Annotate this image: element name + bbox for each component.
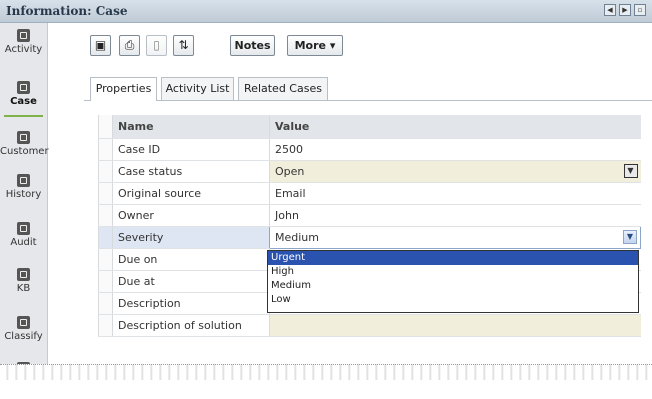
severity-select[interactable]: Medium ▼: [269, 225, 641, 249]
sidebar-item-label: Audit: [10, 237, 37, 248]
sidebar-item-case[interactable]: Case: [0, 78, 47, 118]
table-row: Case ID 2500: [98, 138, 641, 161]
severity-dropdown-list: Urgent High Medium Low: [267, 250, 639, 313]
sidebar-item-label: Classify: [4, 331, 43, 342]
customer-icon: [17, 131, 30, 144]
sidebar: Activity Case Customer History Audit KB …: [0, 23, 49, 379]
table-row: Severity Medium ▼: [98, 225, 641, 249]
classify-icon: [17, 316, 30, 329]
row-gutter: [98, 160, 113, 183]
property-name: Case ID: [112, 138, 270, 161]
row-gutter: [98, 138, 113, 161]
sidebar-item-label: History: [5, 189, 42, 200]
case-status-value: Open: [275, 164, 305, 178]
kb-icon: [17, 268, 30, 281]
tab-label: Properties: [95, 82, 152, 95]
tab-related-cases[interactable]: Related Cases: [238, 77, 328, 100]
table-row: Original source Email: [98, 182, 641, 205]
severity-option-medium[interactable]: Medium: [268, 279, 638, 293]
tab-label: Activity List: [165, 82, 230, 95]
grid-header-row: Name Value: [98, 115, 641, 139]
severity-option-low[interactable]: Low: [268, 293, 638, 307]
chevron-down-icon[interactable]: ▼: [623, 163, 638, 178]
sidebar-item-label: Customer: [0, 146, 49, 157]
property-value: John: [269, 204, 641, 227]
property-value: 2500: [269, 138, 641, 161]
title-bar: Information: Case ◀ ▶ ▫: [0, 0, 652, 23]
refresh-button[interactable]: ⇅: [173, 35, 194, 56]
property-name: Due at: [112, 270, 270, 293]
sidebar-item-label: Activity: [4, 44, 43, 55]
audit-icon: [17, 222, 30, 235]
torn-edge-divider: [0, 364, 652, 380]
case-icon: [17, 81, 30, 94]
property-name: Due on: [112, 248, 270, 271]
tab-strip: Properties Activity List Related Cases: [84, 77, 652, 101]
row-gutter: [98, 182, 113, 205]
tab-properties[interactable]: Properties: [90, 77, 157, 101]
chevron-down-icon: ▾: [329, 39, 336, 52]
row-gutter: [98, 115, 113, 139]
severity-option-urgent[interactable]: Urgent: [268, 251, 638, 265]
case-status-select[interactable]: Open ▼: [269, 160, 641, 183]
property-value[interactable]: [269, 314, 641, 337]
case-status-box: Open ▼: [275, 163, 641, 178]
table-row: Case status Open ▼: [98, 160, 641, 183]
severity-value: Medium: [275, 230, 319, 244]
row-gutter: [98, 248, 113, 271]
column-header-value: Value: [269, 115, 641, 139]
nav-back-icon[interactable]: ◀: [604, 4, 616, 16]
save-icon: ▣: [94, 38, 107, 52]
more-label: More: [294, 39, 326, 52]
history-icon: [17, 174, 30, 187]
property-name: Owner: [112, 204, 270, 227]
sidebar-item-activity[interactable]: Activity: [0, 26, 47, 66]
window-title: Information: Case: [6, 4, 128, 18]
notes-label: Notes: [234, 39, 271, 52]
sidebar-item-kb[interactable]: KB: [0, 265, 47, 305]
row-gutter: [98, 204, 113, 227]
property-name: Description: [112, 292, 270, 315]
sidebar-item-classify[interactable]: Classify: [0, 313, 47, 353]
column-header-name: Name: [112, 115, 270, 139]
attach-button[interactable]: ▯: [146, 35, 167, 56]
table-row: Description of solution: [98, 314, 641, 337]
sidebar-item-history[interactable]: History: [0, 171, 47, 211]
activity-icon: [17, 29, 30, 42]
print-button[interactable]: ⎙: [119, 35, 140, 56]
property-value: Email: [269, 182, 641, 205]
row-gutter: [98, 270, 113, 293]
print-icon: ⎙: [124, 38, 135, 52]
row-gutter: [98, 292, 113, 315]
property-name: Description of solution: [112, 314, 270, 337]
sidebar-item-label: Case: [10, 96, 37, 107]
attach-icon: ▯: [153, 38, 160, 52]
property-name: Original source: [112, 182, 270, 205]
refresh-icon: ⇅: [178, 38, 189, 52]
save-button[interactable]: ▣: [90, 35, 111, 56]
window-restore-icon[interactable]: ▫: [634, 4, 646, 16]
chevron-down-icon[interactable]: ▼: [623, 229, 637, 244]
severity-box: Medium ▼: [275, 229, 640, 244]
row-gutter: [98, 314, 113, 337]
property-name: Severity: [112, 226, 270, 249]
severity-option-high[interactable]: High: [268, 265, 638, 279]
sidebar-item-customer[interactable]: Customer: [0, 128, 49, 168]
row-gutter: [98, 226, 113, 249]
tab-activity-list[interactable]: Activity List: [161, 77, 234, 100]
more-button[interactable]: More ▾: [287, 35, 343, 56]
tab-label: Related Cases: [244, 82, 322, 95]
table-row: Owner John: [98, 204, 641, 227]
property-name: Case status: [112, 160, 270, 183]
sidebar-item-audit[interactable]: Audit: [0, 219, 47, 259]
sidebar-item-label: KB: [16, 283, 31, 294]
notes-button[interactable]: Notes: [230, 35, 275, 56]
nav-forward-icon[interactable]: ▶: [619, 4, 631, 16]
